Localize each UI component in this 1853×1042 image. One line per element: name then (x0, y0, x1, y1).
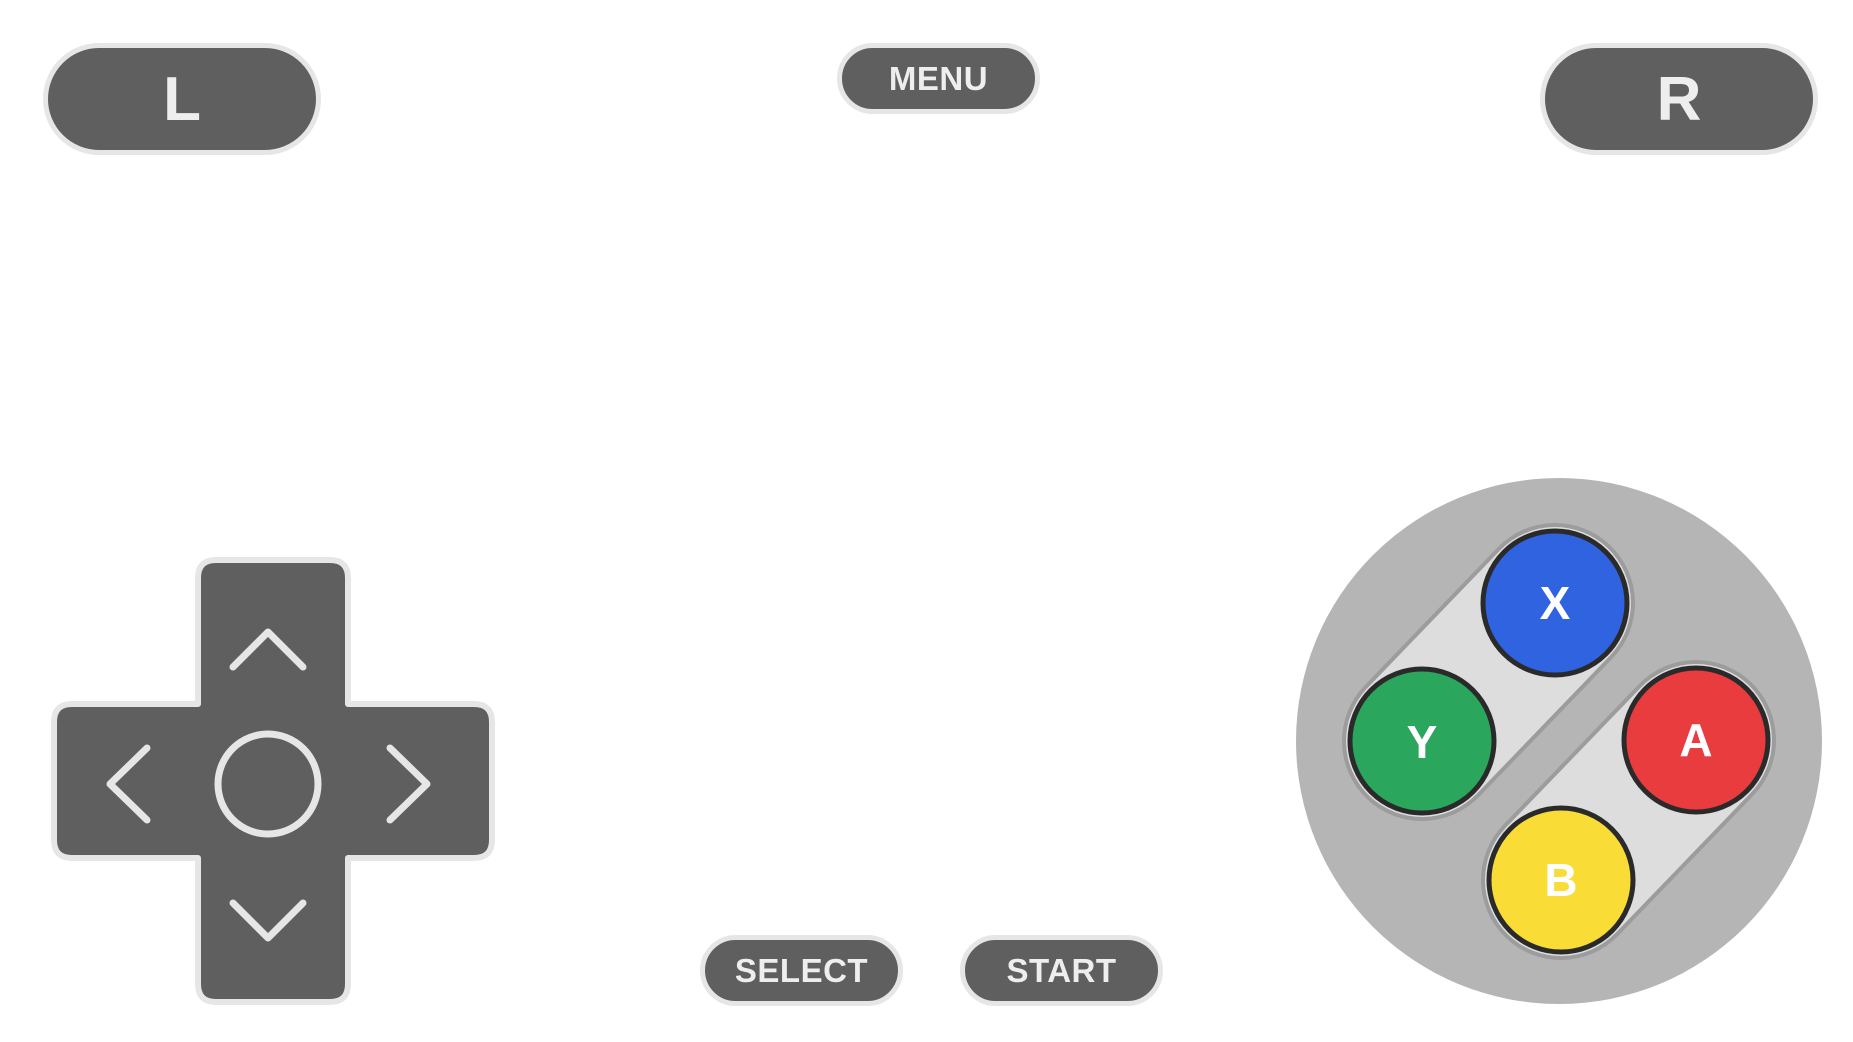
l-shoulder-button[interactable]: L (43, 43, 321, 155)
r-shoulder-button[interactable]: R (1540, 43, 1818, 155)
a-button-label: A (1679, 714, 1712, 766)
x-button-label: X (1540, 577, 1571, 629)
select-button[interactable]: SELECT (700, 935, 903, 1006)
y-button[interactable]: Y (1347, 666, 1497, 816)
b-button[interactable]: B (1486, 805, 1636, 955)
start-button[interactable]: START (960, 935, 1163, 1006)
b-button-label: B (1544, 854, 1577, 906)
x-button[interactable]: X (1480, 528, 1630, 678)
controller-overlay: L MENU R SELECT START X Y A B (0, 0, 1853, 1042)
y-button-label: Y (1407, 716, 1438, 768)
a-button[interactable]: A (1621, 665, 1771, 815)
menu-button[interactable]: MENU (837, 43, 1040, 114)
